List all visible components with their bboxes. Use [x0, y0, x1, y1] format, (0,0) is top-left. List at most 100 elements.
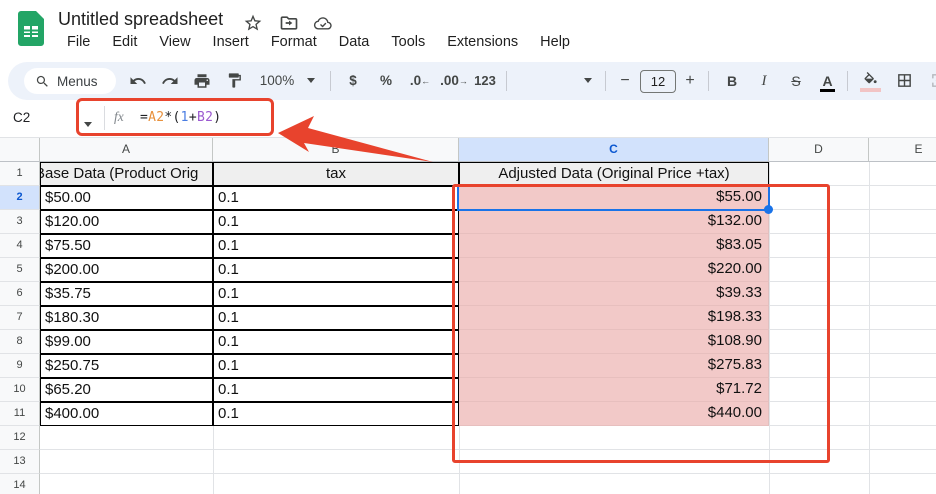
- font-select-caret-icon[interactable]: [581, 69, 595, 93]
- menus-search-button[interactable]: Menus: [24, 68, 116, 94]
- bold-button[interactable]: B: [720, 69, 744, 93]
- cell-C3[interactable]: $132.00: [459, 210, 769, 234]
- cell-C4[interactable]: $83.05: [459, 234, 769, 258]
- column-header-C[interactable]: C: [459, 138, 769, 162]
- cell-A10[interactable]: $65.20: [40, 378, 213, 402]
- format-currency-button[interactable]: $: [342, 69, 364, 93]
- row-header-9[interactable]: 9: [0, 354, 40, 378]
- star-icon[interactable]: [243, 13, 263, 33]
- cell-C10[interactable]: $71.72: [459, 378, 769, 402]
- menu-data[interactable]: Data: [328, 33, 381, 55]
- font-size-input[interactable]: 12: [640, 70, 676, 93]
- print-button[interactable]: [190, 69, 214, 93]
- decrease-font-size-button[interactable]: −: [615, 69, 635, 93]
- cell-B2[interactable]: 0.1: [213, 186, 459, 210]
- menu-tools[interactable]: Tools: [380, 33, 436, 55]
- menu-insert[interactable]: Insert: [202, 33, 260, 55]
- cell-A8[interactable]: $99.00: [40, 330, 213, 354]
- cell-A7[interactable]: $180.30: [40, 306, 213, 330]
- merge-cells-button[interactable]: [926, 69, 936, 93]
- cell-B3[interactable]: 0.1: [213, 210, 459, 234]
- undo-button[interactable]: [126, 69, 150, 93]
- cell-C9[interactable]: $275.83: [459, 354, 769, 378]
- text-color-button[interactable]: A: [816, 69, 839, 93]
- cell-A1[interactable]: Base Data (Product Orig: [40, 162, 213, 186]
- row-header-11[interactable]: 11: [0, 402, 40, 426]
- menu-edit[interactable]: Edit: [101, 33, 148, 55]
- decrease-decimal-button[interactable]: .0←: [406, 69, 434, 93]
- column-header-E[interactable]: E: [869, 138, 936, 162]
- cell-C5[interactable]: $220.00: [459, 258, 769, 282]
- cell-B8[interactable]: 0.1: [213, 330, 459, 354]
- cloud-saved-icon[interactable]: [313, 13, 333, 33]
- cell-B6[interactable]: 0.1: [213, 282, 459, 306]
- row-header-10[interactable]: 10: [0, 378, 40, 402]
- row-header-7[interactable]: 7: [0, 306, 40, 330]
- menu-help[interactable]: Help: [529, 33, 581, 55]
- cell-B11[interactable]: 0.1: [213, 402, 459, 426]
- paint-format-button[interactable]: [222, 69, 246, 93]
- menu-file[interactable]: File: [56, 33, 101, 55]
- borders-button[interactable]: [892, 69, 917, 93]
- column-header-B[interactable]: B: [213, 138, 459, 162]
- row-header-3[interactable]: 3: [0, 210, 40, 234]
- merge-cells-icon: [930, 72, 936, 89]
- column-header-A[interactable]: A: [40, 138, 213, 162]
- increase-font-size-button[interactable]: +: [680, 69, 700, 93]
- row-header-5[interactable]: 5: [0, 258, 40, 282]
- cell-C11[interactable]: $440.00: [459, 402, 769, 426]
- formula-input[interactable]: =A2*(1+B2): [140, 110, 221, 125]
- document-title[interactable]: Untitled spreadsheet: [58, 9, 223, 30]
- toolbar-separator: [506, 71, 507, 91]
- cell-A6[interactable]: $35.75: [40, 282, 213, 306]
- cell-B1[interactable]: tax: [213, 162, 459, 186]
- format-percent-button[interactable]: %: [374, 69, 398, 93]
- italic-button[interactable]: I: [752, 69, 776, 93]
- name-box[interactable]: C2: [13, 110, 30, 125]
- fill-color-button[interactable]: [858, 69, 883, 93]
- cell-C7[interactable]: $198.33: [459, 306, 769, 330]
- zoom-caret-icon[interactable]: [304, 69, 318, 93]
- select-all-corner[interactable]: [0, 138, 40, 162]
- row-header-13[interactable]: 13: [0, 450, 40, 474]
- increase-decimal-button[interactable]: .00→: [438, 69, 470, 93]
- borders-icon: [896, 72, 913, 89]
- cell-B5[interactable]: 0.1: [213, 258, 459, 282]
- cell-B10[interactable]: 0.1: [213, 378, 459, 402]
- cell-A5[interactable]: $200.00: [40, 258, 213, 282]
- formula-token: A2: [148, 110, 164, 125]
- cell-A3[interactable]: $120.00: [40, 210, 213, 234]
- cell-A11[interactable]: $400.00: [40, 402, 213, 426]
- menu-format[interactable]: Format: [260, 33, 328, 55]
- move-to-folder-icon[interactable]: [279, 13, 299, 33]
- column-header-D[interactable]: D: [769, 138, 869, 162]
- cell-A9[interactable]: $250.75: [40, 354, 213, 378]
- cell-B7[interactable]: 0.1: [213, 306, 459, 330]
- cell-B9[interactable]: 0.1: [213, 354, 459, 378]
- gridline-horizontal: [40, 449, 936, 450]
- cell-B4[interactable]: 0.1: [213, 234, 459, 258]
- cell-C1[interactable]: Adjusted Data (Original Price +tax): [459, 162, 769, 186]
- redo-button[interactable]: [158, 69, 182, 93]
- text-color-swatch: [820, 89, 835, 92]
- cell-A4[interactable]: $75.50: [40, 234, 213, 258]
- cell-C6[interactable]: $39.33: [459, 282, 769, 306]
- menu-view[interactable]: View: [148, 33, 201, 55]
- row-header-8[interactable]: 8: [0, 330, 40, 354]
- more-formats-button[interactable]: 123: [470, 69, 500, 93]
- row-header-4[interactable]: 4: [0, 234, 40, 258]
- cell-A2[interactable]: $50.00: [40, 186, 213, 210]
- cell-C8[interactable]: $108.90: [459, 330, 769, 354]
- name-box-caret-icon[interactable]: [84, 116, 92, 134]
- zoom-select[interactable]: 100%: [254, 69, 300, 93]
- row-header-12[interactable]: 12: [0, 426, 40, 450]
- row-header-14[interactable]: 14: [0, 474, 40, 494]
- menu-extensions[interactable]: Extensions: [436, 33, 529, 55]
- fill-handle[interactable]: [764, 205, 773, 214]
- row-header-6[interactable]: 6: [0, 282, 40, 306]
- row-header-2[interactable]: 2: [0, 186, 40, 210]
- row-header-1[interactable]: 1: [0, 162, 40, 186]
- toolbar-separator: [605, 71, 606, 91]
- active-cell-border: [457, 185, 770, 211]
- strikethrough-button[interactable]: S: [784, 69, 808, 93]
